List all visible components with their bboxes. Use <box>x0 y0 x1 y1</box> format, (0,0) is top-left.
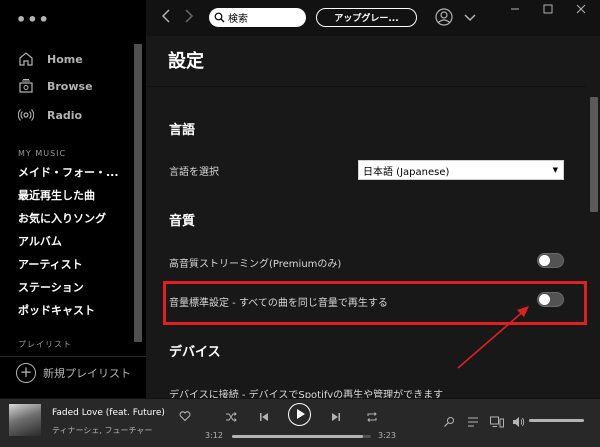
progress-fill <box>232 435 364 438</box>
sidebar-item-label: Browse <box>47 79 93 93</box>
sidebar-item-label: Home <box>47 52 83 66</box>
sidebar-item-radio[interactable]: Radio <box>17 107 83 123</box>
sidebar-item-recently-played[interactable]: 最近再生した曲 <box>18 187 95 203</box>
user-avatar-icon[interactable] <box>435 8 453 30</box>
volume-fill <box>529 419 584 422</box>
lyrics-mic-icon[interactable] <box>443 413 455 432</box>
menu-dots-icon[interactable]: ••• <box>16 10 50 29</box>
maximize-icon[interactable] <box>541 4 555 17</box>
player-bar: Faded Love (feat. Future) ティナーシェ, フューチャー… <box>0 398 600 447</box>
elapsed-time: 3:12 <box>205 431 223 440</box>
caret-down-icon: ▼ <box>552 166 558 174</box>
sidebar-item-browse[interactable]: Browse <box>18 78 93 94</box>
sidebar-item-albums[interactable]: アルバム <box>18 233 62 249</box>
next-icon[interactable] <box>331 408 341 427</box>
toggle-knob <box>539 255 550 266</box>
language-select[interactable]: 日本語 (Japanese) ▼ <box>358 160 564 180</box>
quality-section-heading: 音質 <box>169 214 196 229</box>
search-text: 検索 <box>228 14 248 25</box>
language-select-value: 日本語 (Japanese) <box>363 166 450 178</box>
previous-icon[interactable] <box>259 408 269 427</box>
play-button[interactable] <box>288 403 311 426</box>
my-music-heading: MY MUSIC <box>18 149 67 158</box>
sidebar-item-label: Radio <box>47 108 83 122</box>
browse-icon <box>18 78 34 94</box>
new-playlist-button[interactable]: + 新規プレイリスト <box>0 356 146 388</box>
duration-time: 3:23 <box>378 431 396 440</box>
upgrade-button[interactable]: アップグレー... <box>316 8 417 27</box>
track-artist[interactable]: ティナーシェ, フューチャー <box>52 425 152 436</box>
devices-connect-label: デバイスに接続 - デバイスでSpotifyの再生や管理ができます <box>169 390 444 398</box>
sidebar-scrollbar[interactable] <box>134 44 142 342</box>
playlist-heading: プレイリスト <box>18 340 72 349</box>
sidebar-item-podcasts[interactable]: ポッドキャスト <box>18 302 95 318</box>
heart-icon[interactable] <box>179 407 191 426</box>
chevron-down-icon[interactable] <box>464 10 476 29</box>
sidebar-item-made-for[interactable]: メイド・フォー・... <box>18 164 119 180</box>
search-icon <box>214 12 225 23</box>
new-playlist-label: 新規プレイリスト <box>43 366 131 380</box>
sidebar: ••• Home Browse Radio MY MUSIC メイド・フォー・.… <box>0 0 146 398</box>
plus-icon: + <box>16 362 36 383</box>
forward-arrow-icon[interactable] <box>183 8 195 28</box>
sidebar-item-stations[interactable]: ステーション <box>18 279 84 295</box>
album-art[interactable] <box>9 404 41 436</box>
devices-section-heading: デバイス <box>169 345 221 360</box>
language-section-heading: 言語 <box>169 123 196 138</box>
repeat-icon[interactable] <box>366 408 378 427</box>
home-icon <box>18 51 34 67</box>
red-arrow-annotation <box>457 306 529 369</box>
sidebar-item-home[interactable]: Home <box>18 51 83 67</box>
volume-icon[interactable] <box>512 413 525 432</box>
devices-icon[interactable] <box>490 413 504 432</box>
sidebar-item-artists[interactable]: アーティスト <box>18 256 83 272</box>
divider <box>146 86 586 87</box>
top-bar: 検索 アップグレー... <box>146 0 600 36</box>
close-icon[interactable] <box>574 4 588 17</box>
queue-icon[interactable] <box>467 413 479 432</box>
back-arrow-icon[interactable] <box>160 8 172 28</box>
hq-streaming-label: 高音質ストリーミング(Premiumのみ) <box>169 259 342 270</box>
volume-slider[interactable] <box>529 419 584 422</box>
track-title[interactable]: Faded Love (feat. Future) <box>52 408 165 418</box>
content-scrollbar[interactable] <box>587 36 600 398</box>
radio-icon <box>17 107 35 123</box>
page-title: 設定 <box>168 51 204 72</box>
minimize-icon[interactable] <box>508 4 522 17</box>
language-select-label: 言語を選択 <box>169 167 219 178</box>
sidebar-item-favorite-songs[interactable]: お気に入りソング <box>18 210 106 226</box>
shuffle-icon[interactable] <box>225 408 237 427</box>
hq-streaming-toggle[interactable] <box>537 253 564 268</box>
scrollbar-thumb[interactable] <box>590 97 598 212</box>
progress-bar[interactable] <box>232 435 371 438</box>
search-input[interactable]: 検索 <box>209 8 306 27</box>
